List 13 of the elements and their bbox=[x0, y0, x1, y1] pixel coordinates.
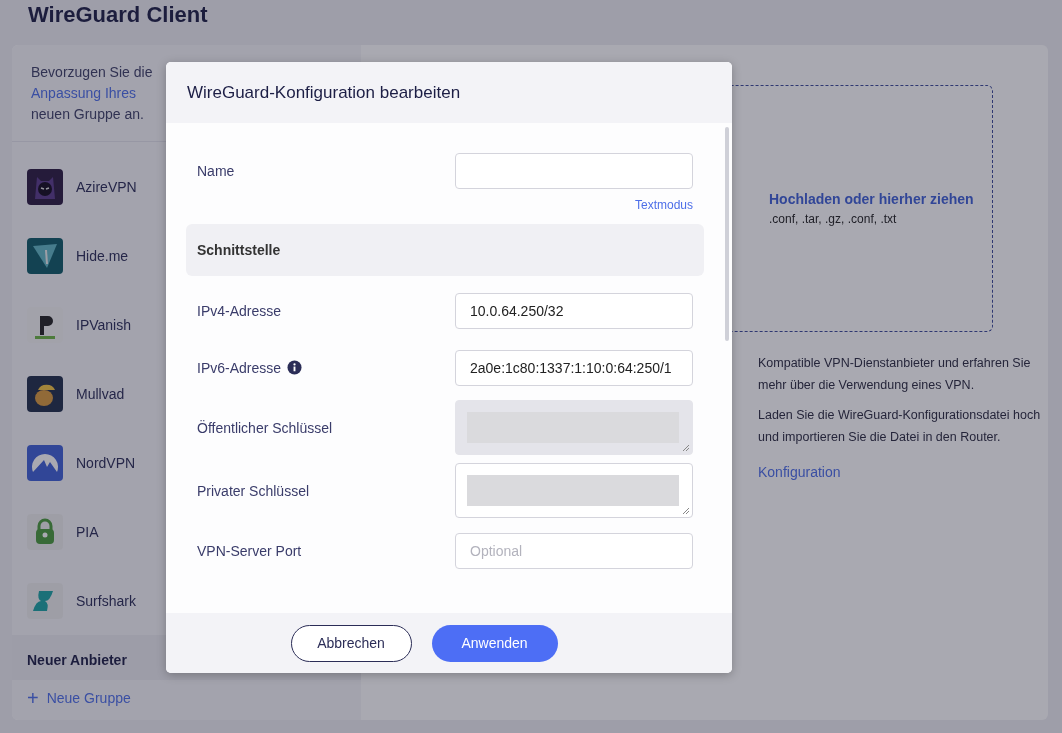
file-formats: .conf, .tar, .gz, .conf, .txt bbox=[769, 212, 898, 226]
field-label: Öffentlicher Schlüssel bbox=[197, 419, 333, 436]
info-paragraph: Kompatible VPN-Dienstanbieter und erfahren Sie mehr über die Verwendung eines VPN. bbox=[758, 355, 1032, 394]
info-paragraph: Laden Sie die WireGuard-Konfigurationsdatei hoch und importieren Sie die Datei in den Router. bbox=[758, 407, 1042, 446]
field-label: IPv4-Adresse bbox=[197, 302, 282, 319]
field-label: Name bbox=[197, 163, 235, 179]
section-header: Schnittstelle bbox=[186, 224, 704, 276]
dialog-title: WireGuard-Konfiguration bearbeiten bbox=[187, 82, 461, 103]
upload-title: Hochladen oder hierher ziehen bbox=[769, 191, 974, 207]
page-title: WireGuard Client bbox=[27, 1, 209, 29]
field-label: Privater Schlüssel bbox=[197, 482, 310, 499]
field-label: VPN-Server Port bbox=[197, 542, 302, 559]
field-label: IPv6-Adresse bbox=[197, 359, 282, 376]
